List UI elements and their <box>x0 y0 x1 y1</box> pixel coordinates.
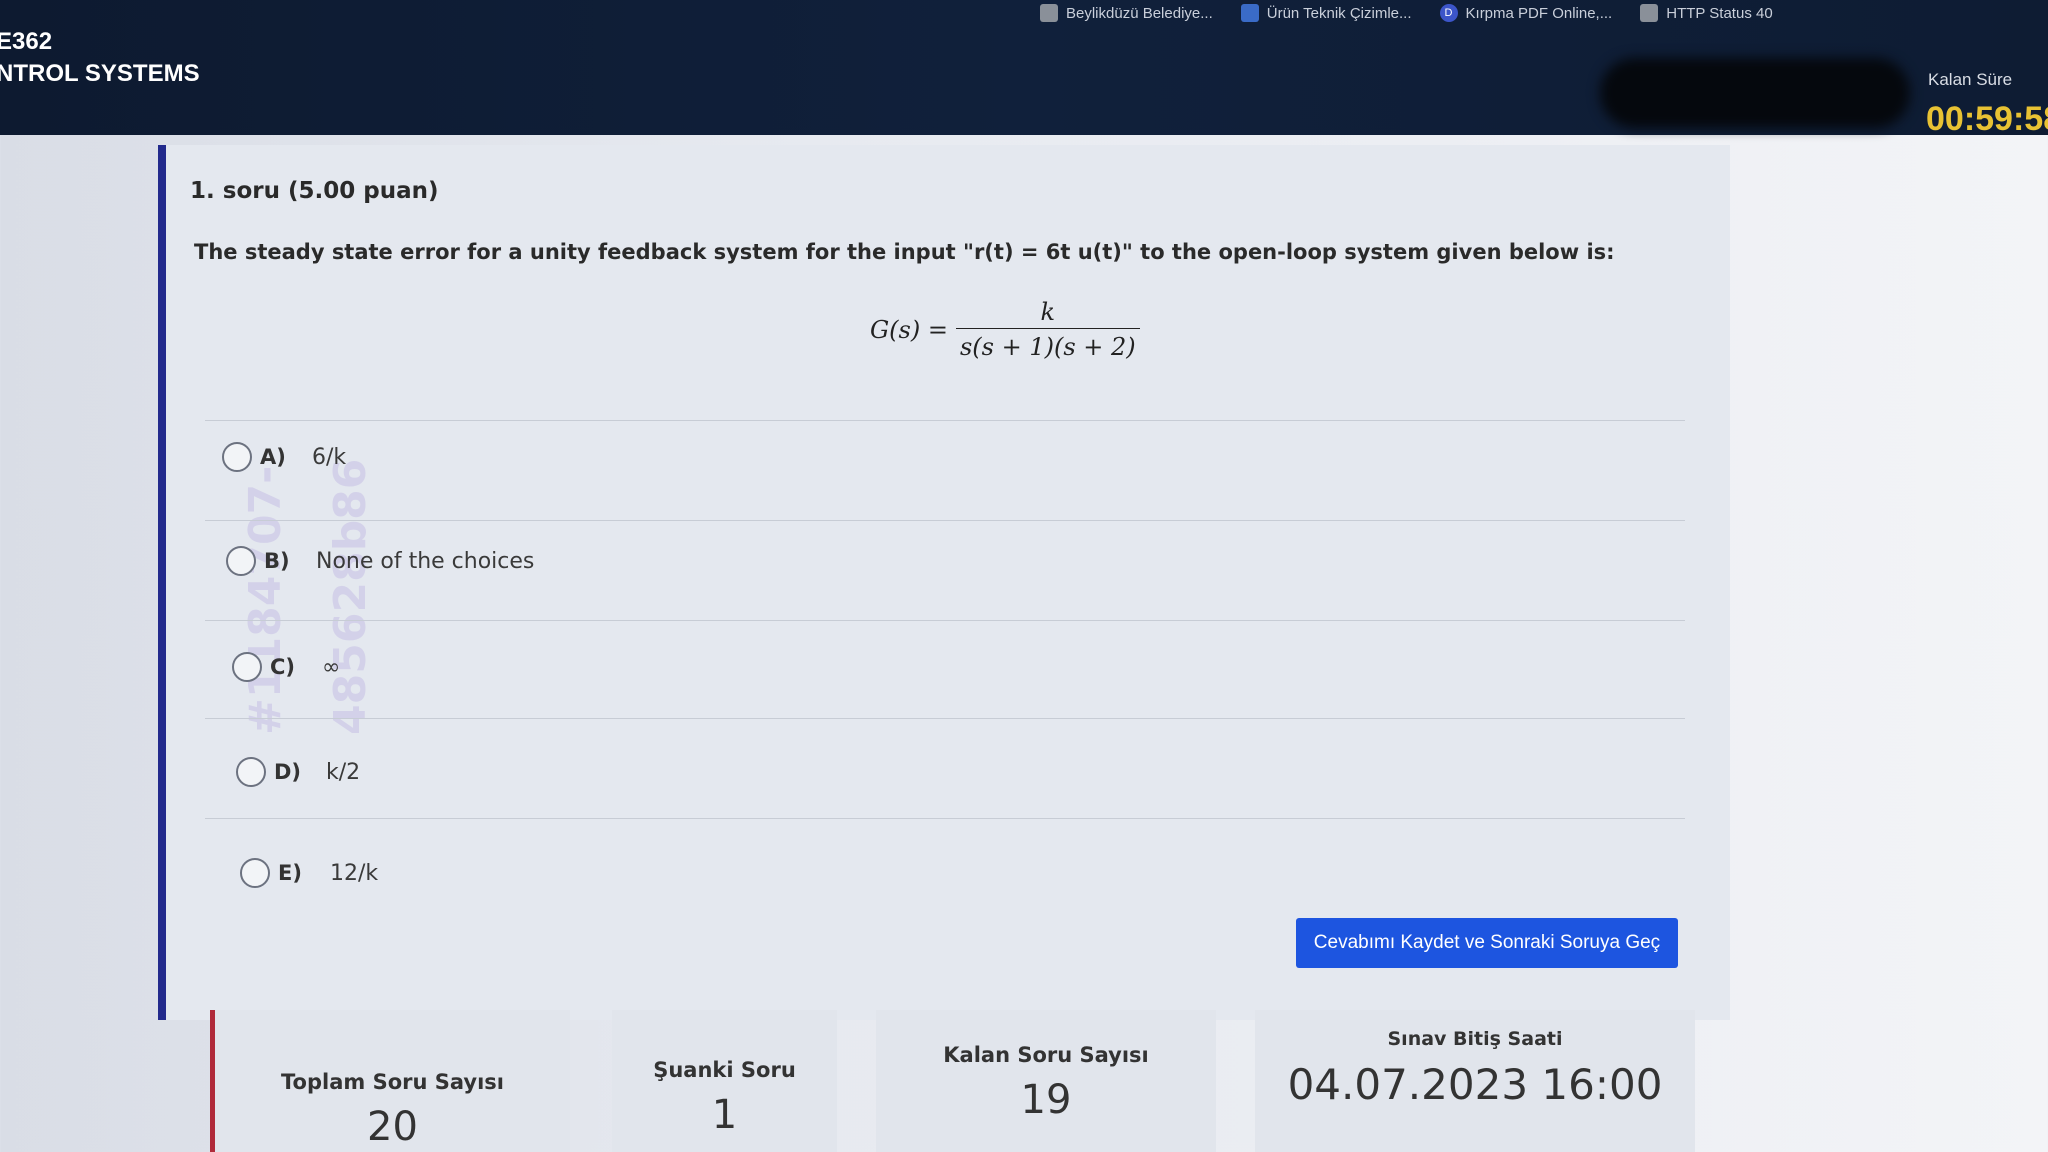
option-letter: D) <box>274 760 302 784</box>
radio-button-icon[interactable] <box>232 652 262 682</box>
formula-numerator: k <box>1040 298 1056 326</box>
redacted-area <box>1600 58 1910 128</box>
timer-value: 00:59:58 <box>1926 100 2048 138</box>
watermark-code: 485628b86 <box>325 458 376 735</box>
divider <box>205 718 1685 719</box>
bookmark-icon <box>1040 4 1058 22</box>
option-text: k/2 <box>326 759 361 785</box>
stat-remaining-questions: Kalan Soru Sayısı 19 <box>876 1010 1216 1152</box>
bookmark-label: HTTP Status 40 <box>1666 4 1773 22</box>
option-letter: C) <box>270 655 296 679</box>
timer-label: Kalan Süre <box>1928 70 2013 89</box>
option-d[interactable]: D) k/2 <box>236 757 360 787</box>
bookmark-icon <box>1240 4 1259 22</box>
bookmarks-bar: Beylikdüzü Belediye... Ürün Teknik Çizim… <box>1040 0 1773 26</box>
watermark-id: #1184707- <box>240 465 291 735</box>
radio-button-icon[interactable] <box>236 757 266 787</box>
stat-label: Toplam Soru Sayısı <box>281 1070 504 1094</box>
option-text: 12/k <box>330 860 379 886</box>
formula-denominator: s(s + 1)(s + 2) <box>955 328 1140 361</box>
save-and-next-button[interactable]: Cevabımı Kaydet ve Sonraki Soruya Geç <box>1296 918 1678 968</box>
divider <box>205 520 1685 521</box>
divider <box>205 420 1685 421</box>
radio-button-icon[interactable] <box>240 858 270 888</box>
bookmark-beylikduzu[interactable]: Beylikdüzü Belediye... <box>1040 4 1213 22</box>
stat-value: 1 <box>711 1092 738 1138</box>
stat-current-question: Şuanki Soru 1 <box>612 1010 837 1152</box>
radio-button-icon[interactable] <box>222 442 252 472</box>
option-letter: E) <box>278 861 302 885</box>
stat-label: Sınav Bitiş Saati <box>1387 1028 1563 1050</box>
bookmark-http-status[interactable]: HTTP Status 40 <box>1640 4 1773 22</box>
course-name: NTROL SYSTEMS <box>0 60 200 87</box>
formula-fraction: k s(s + 1)(s + 2) <box>955 298 1140 361</box>
bookmark-kirpma-pdf[interactable]: D Kırpma PDF Online,... <box>1439 4 1613 22</box>
stat-value: 04.07.2023 16:00 <box>1287 1060 1663 1109</box>
stat-label: Şuanki Soru <box>653 1058 796 1082</box>
bookmark-urun-teknik[interactable]: Ürün Teknik Çizimle... <box>1240 4 1412 22</box>
stat-label: Kalan Soru Sayısı <box>943 1043 1149 1067</box>
bookmark-icon <box>1640 4 1659 22</box>
option-e[interactable]: E) 12/k <box>240 858 378 888</box>
option-c[interactable]: C) ∞ <box>232 652 340 682</box>
stat-value: 20 <box>367 1104 418 1150</box>
d-logo-icon: D <box>1439 4 1458 22</box>
stat-exam-end-time: Sınav Bitiş Saati 04.07.2023 16:00 <box>1255 1010 1695 1152</box>
option-letter: A) <box>260 445 286 469</box>
divider <box>205 620 1685 621</box>
divider <box>205 818 1685 819</box>
option-a[interactable]: A) 6/k <box>222 442 346 472</box>
question-number: 1. soru (5.00 puan) <box>190 178 439 204</box>
transfer-function-formula: G(s) = k s(s + 1)(s + 2) <box>870 298 1140 361</box>
bookmark-label: Kırpma PDF Online,... <box>1465 4 1613 22</box>
formula-lhs: G(s) = <box>870 315 948 344</box>
course-code: E362 <box>0 28 53 55</box>
radio-button-icon[interactable] <box>226 546 256 576</box>
option-text: None of the choices <box>316 548 535 574</box>
option-b[interactable]: B) None of the choices <box>226 546 534 576</box>
bookmark-label: Ürün Teknik Çizimle... <box>1266 4 1412 22</box>
bookmark-label: Beylikdüzü Belediye... <box>1066 4 1213 22</box>
option-text: ∞ <box>322 654 341 680</box>
question-card <box>158 145 1730 1020</box>
exam-header: Beylikdüzü Belediye... Ürün Teknik Çizim… <box>0 0 2048 138</box>
stat-total-questions: Toplam Soru Sayısı 20 <box>210 1010 570 1152</box>
question-text: The steady state error for a unity feedb… <box>194 240 1615 264</box>
stat-value: 19 <box>1020 1077 1072 1123</box>
option-letter: B) <box>264 549 290 573</box>
option-text: 6/k <box>312 444 347 470</box>
